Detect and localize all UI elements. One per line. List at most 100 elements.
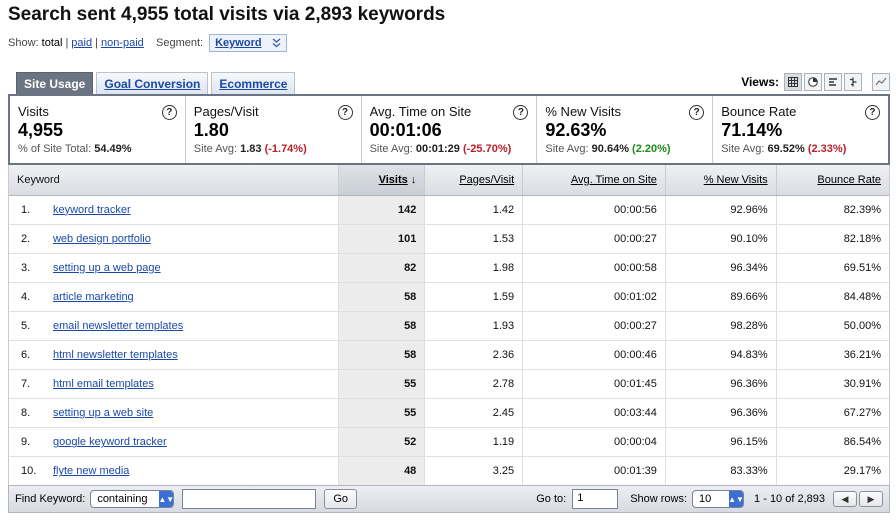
cell-new-visits: 96.36%: [665, 398, 777, 429]
cell-bounce-rate: 86.54%: [776, 427, 889, 458]
keyword-link[interactable]: html newsletter templates: [53, 349, 178, 361]
comparison-view-icon[interactable]: [844, 73, 862, 91]
tab-site-usage[interactable]: Site Usage: [16, 72, 94, 94]
metric-sub-label: Site Avg:: [369, 143, 413, 155]
metric-sub-value: 54.49%: [94, 143, 132, 155]
pie-view-icon[interactable]: [804, 73, 822, 91]
cell-avg-time: 00:00:27: [522, 224, 666, 254]
cell-bounce-rate: 82.39%: [776, 195, 889, 225]
goto-page-input[interactable]: 1: [572, 489, 619, 509]
select-arrows-icon: ▲▼: [728, 491, 744, 507]
cell-visits: 82: [338, 253, 426, 283]
keyword-link[interactable]: flyte new media: [53, 465, 129, 477]
pagination-range: 1 - 10 of 2,893: [754, 493, 825, 505]
go-button[interactable]: Go: [324, 489, 357, 509]
metric-delta: (2.20%): [632, 143, 671, 155]
cell-visits: 55: [338, 369, 426, 400]
show-rows-select[interactable]: 10 ▲▼: [692, 490, 745, 508]
row-index: 10.: [9, 456, 45, 487]
scorecard: Visits 4,955 % of Site Total: 54.49% ? P…: [8, 94, 890, 165]
show-rows-label: Show rows:: [630, 493, 688, 505]
table-row: 2. web design portfolio 101 1.53 00:00:27 90.…: [9, 224, 889, 254]
help-icon[interactable]: ?: [161, 105, 177, 120]
find-keyword-label: Find Keyword:: [15, 493, 86, 505]
tab-ecommerce[interactable]: Ecommerce: [211, 72, 296, 94]
metric-value: 1.80: [193, 120, 229, 140]
metric-name: Bounce Rate: [721, 104, 797, 119]
cell-pages-visit: 1.59: [424, 282, 524, 312]
row-index: 6.: [9, 340, 45, 371]
cell-pages-visit: 1.93: [424, 311, 524, 341]
metric-sub-label: % of Site Total:: [18, 143, 92, 155]
metric-pages-visit: Pages/Visit 1.80 Site Avg: 1.83 (-1.74%)…: [186, 96, 362, 163]
cell-visits: 58: [338, 311, 426, 341]
keyword-link[interactable]: setting up a web page: [53, 262, 161, 274]
keyword-link[interactable]: google keyword tracker: [53, 436, 167, 448]
sort-down-arrow-icon: ↓: [410, 173, 417, 186]
table-header-row: Keyword Visits ↓ Pages/Visit Avg. Time o…: [9, 165, 889, 196]
table-row: 10. flyte new media 48 3.25 00:01:39 83.33% 29…: [9, 456, 889, 487]
show-option-total[interactable]: total: [42, 37, 63, 49]
col-header-new-visits[interactable]: % New Visits: [665, 165, 777, 196]
goto-label: Go to:: [536, 493, 567, 505]
cell-new-visits: 89.66%: [665, 282, 777, 312]
find-keyword-input[interactable]: [182, 489, 317, 509]
tab-goal-conversion[interactable]: Goal Conversion: [96, 72, 209, 94]
metric-avg-time: Avg. Time on Site 00:01:06 Site Avg: 00:…: [362, 96, 538, 163]
cell-new-visits: 83.33%: [665, 456, 777, 487]
cell-pages-visit: 2.36: [424, 340, 524, 371]
row-index: 5.: [9, 311, 45, 341]
cell-new-visits: 96.34%: [665, 253, 777, 283]
match-type-select[interactable]: containing ▲▼: [90, 490, 175, 508]
cell-avg-time: 00:03:44: [522, 398, 666, 429]
pivot-view-icon[interactable]: [872, 73, 890, 91]
cell-new-visits: 96.36%: [665, 369, 777, 400]
segment-dropdown[interactable]: Keyword: [209, 34, 287, 52]
keyword-link[interactable]: article marketing: [53, 291, 134, 303]
keyword-link[interactable]: html email templates: [53, 378, 154, 390]
prev-page-button[interactable]: ◀: [833, 491, 857, 507]
keyword-link[interactable]: email newsletter templates: [53, 320, 183, 332]
views-toolbar: Views:: [741, 72, 890, 92]
page-title: Search sent 4,955 total visits via 2,893…: [8, 4, 446, 25]
col-header-avg-time[interactable]: Avg. Time on Site: [522, 165, 666, 196]
show-filter-row: Show: total | paid | non-paid Segment: K…: [8, 34, 287, 52]
keyword-link[interactable]: keyword tracker: [53, 204, 131, 216]
keyword-link[interactable]: web design portfolio: [53, 233, 151, 245]
cell-pages-visit: 1.42: [424, 195, 524, 225]
keyword-link[interactable]: setting up a web site: [53, 407, 153, 419]
metric-new-visits: % New Visits 92.63% Site Avg: 90.64% (2.…: [537, 96, 714, 163]
metric-delta: (2.33%): [807, 143, 847, 155]
cell-new-visits: 98.28%: [665, 311, 777, 341]
show-option-non-paid[interactable]: non-paid: [101, 37, 144, 49]
table-view-icon[interactable]: [784, 73, 802, 91]
cell-new-visits: 92.96%: [665, 195, 777, 225]
show-option-paid[interactable]: paid: [71, 37, 92, 49]
metric-sub-value: 69.52%: [767, 143, 805, 155]
cell-visits: 55: [338, 398, 426, 429]
next-page-button[interactable]: ▶: [859, 491, 883, 507]
report-tabs: Site Usage Goal Conversion Ecommerce: [16, 72, 296, 94]
cell-pages-visit: 1.53: [424, 224, 524, 254]
cell-avg-time: 00:00:58: [522, 253, 666, 283]
metric-delta: (-25.70%): [462, 143, 512, 155]
col-header-pages-visit[interactable]: Pages/Visit: [424, 165, 524, 196]
cell-bounce-rate: 84.48%: [776, 282, 889, 312]
metric-name: Avg. Time on Site: [369, 104, 472, 119]
col-header-visits[interactable]: Visits ↓: [338, 165, 426, 196]
cell-visits: 58: [338, 282, 426, 312]
cell-pages-visit: 1.19: [424, 427, 524, 458]
cell-avg-time: 00:01:45: [522, 369, 666, 400]
cell-pages-visit: 2.78: [424, 369, 524, 400]
cell-new-visits: 90.10%: [665, 224, 777, 254]
table-row: 8. setting up a web site 55 2.45 00:03:44 96.…: [9, 398, 889, 429]
performance-view-icon[interactable]: [824, 73, 842, 91]
row-index: 3.: [9, 253, 45, 283]
show-rows-value: 10: [699, 493, 712, 505]
col-header-bounce-rate[interactable]: Bounce Rate: [776, 165, 889, 196]
help-icon[interactable]: ?: [337, 105, 353, 120]
table-row: 6. html newsletter templates 58 2.36 00:00:4…: [9, 340, 889, 371]
help-icon[interactable]: ?: [864, 105, 880, 120]
cell-bounce-rate: 30.91%: [776, 369, 889, 400]
cell-visits: 48: [338, 456, 426, 487]
